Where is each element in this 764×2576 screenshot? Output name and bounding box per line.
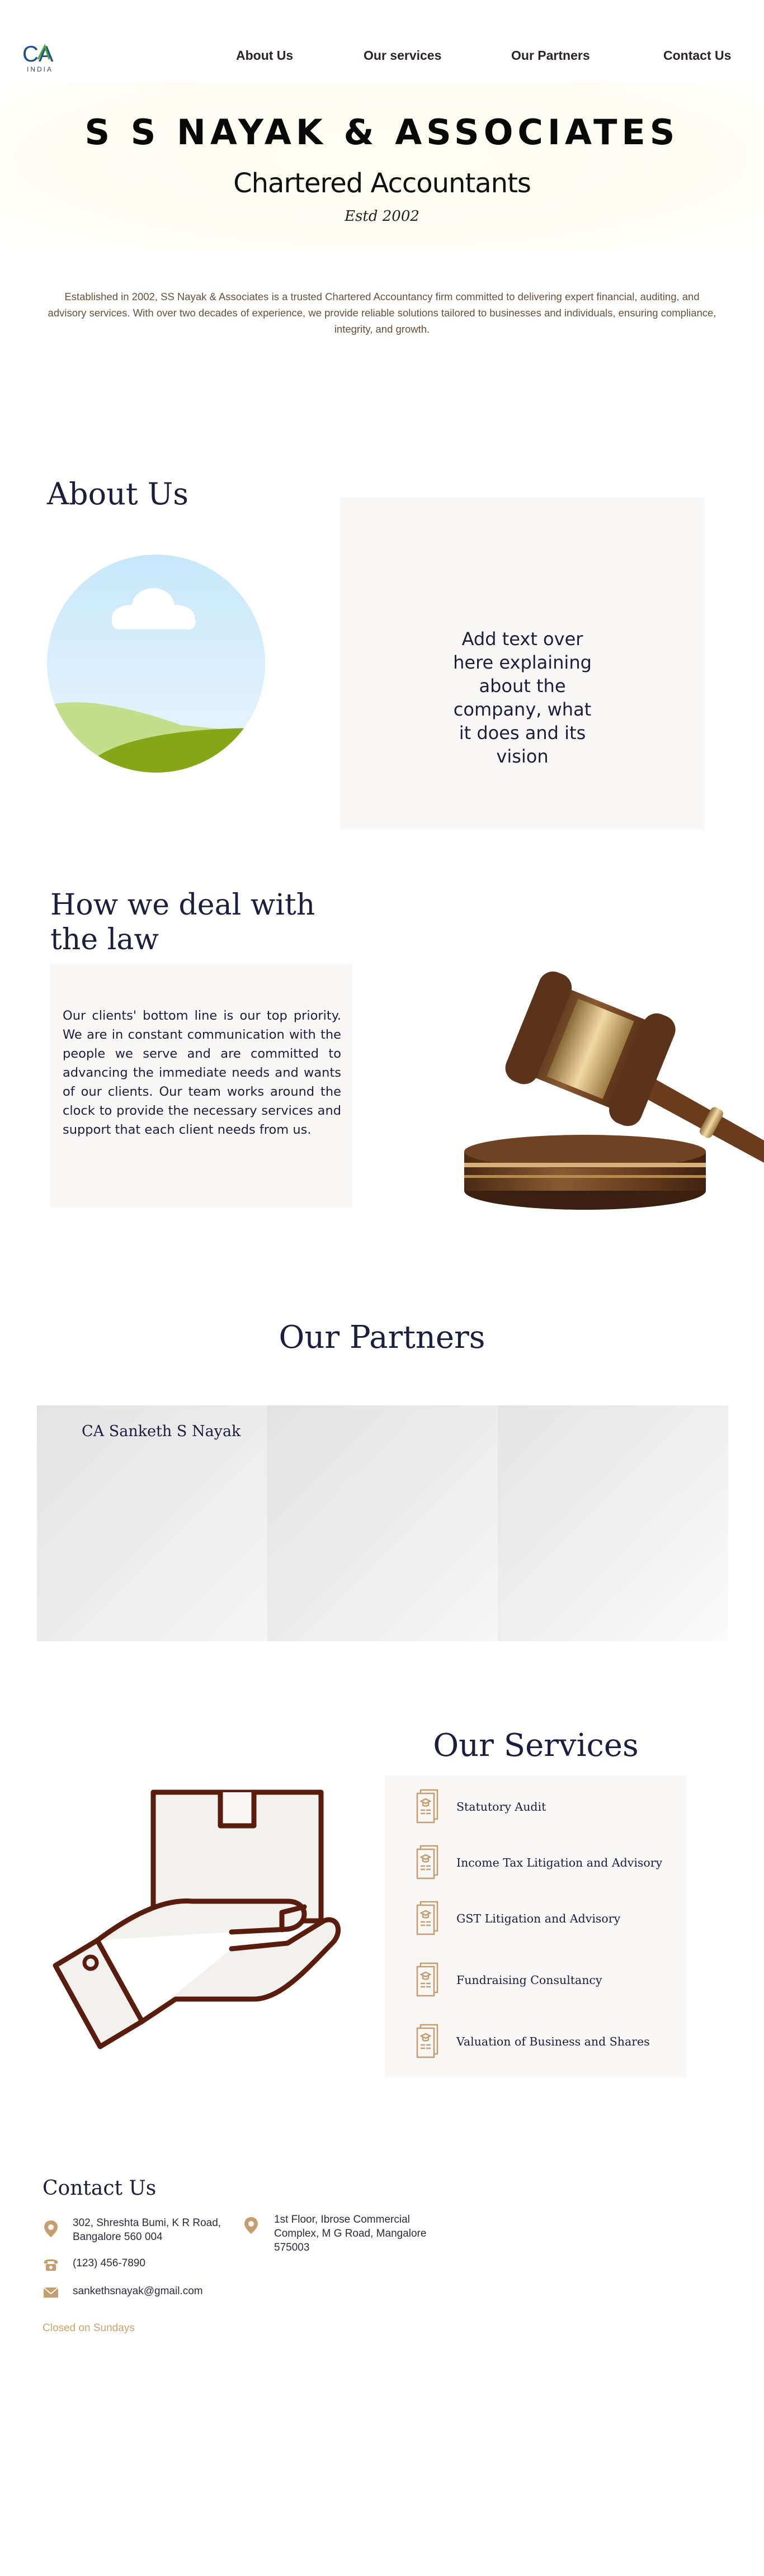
service-item[interactable]: Fundraising Consultancy xyxy=(414,1960,671,2000)
nav-our-services[interactable]: Our services xyxy=(364,48,441,63)
email-icon xyxy=(43,2283,59,2302)
logo-subtext: INDIA xyxy=(27,65,53,73)
ca-india-logo[interactable]: CA INDIA xyxy=(21,39,66,78)
nav-our-partners[interactable]: Our Partners xyxy=(511,48,590,63)
address-2-line-1: 1st Floor, Ibrose Commercial xyxy=(274,2214,410,2225)
phone-number[interactable]: (123) 456-7890 xyxy=(73,2256,145,2270)
service-item[interactable]: Valuation of Business and Shares xyxy=(414,2021,671,2062)
certificate-document-icon xyxy=(414,1900,441,1938)
certificate-document-icon xyxy=(414,1961,441,1999)
service-label: GST Litigation and Advisory xyxy=(456,1912,621,1925)
about-us-heading: About Us xyxy=(47,476,188,512)
phone-icon xyxy=(43,2255,59,2274)
hero-banner xyxy=(0,83,764,250)
partner-name: CA Sanketh S Nayak xyxy=(82,1423,241,1440)
landscape-illustration xyxy=(47,555,265,773)
partner-card-3[interactable] xyxy=(498,1405,728,1641)
address-1-line-1: 302, Shreshta Bumi, K R Road, xyxy=(73,2217,221,2229)
nav-about-us[interactable]: About Us xyxy=(236,48,293,63)
address-1-line-2: Bangalore 560 004 xyxy=(73,2231,163,2243)
certificate-document-icon xyxy=(414,1844,441,1882)
email-address[interactable]: sankethsnayak@gmail.com xyxy=(73,2284,203,2298)
address-2-line-2: Complex, M G Road, Mangalore xyxy=(274,2228,427,2239)
firm-subtitle: Chartered Accountants xyxy=(233,168,531,199)
nav-contact-us[interactable]: Contact Us xyxy=(663,48,731,63)
service-label: Income Tax Litigation and Advisory xyxy=(456,1856,663,1869)
firm-name-title: S S NAYAK & ASSOCIATES xyxy=(84,112,680,153)
address-2: 1st Floor, Ibrose Commercial Complex, M … xyxy=(274,2213,426,2255)
certificate-document-icon xyxy=(414,2023,441,2061)
about-card-text: Add text over here explaining about the … xyxy=(453,628,592,767)
hand-holding-box-illustration xyxy=(47,1787,349,2049)
address-2-line-3: 575003 xyxy=(274,2242,310,2253)
law-paragraph: Our clients' bottom line is our top prio… xyxy=(63,1008,341,1137)
service-label: Valuation of Business and Shares xyxy=(456,2035,650,2048)
intro-paragraph: Established in 2002, SS Nayak & Associat… xyxy=(48,291,716,335)
service-item[interactable]: Income Tax Litigation and Advisory xyxy=(414,1843,671,1883)
services-heading: Our Services xyxy=(433,1727,639,1764)
service-item[interactable]: Statutory Audit xyxy=(414,1787,671,1827)
law-heading: How we deal with the law xyxy=(50,888,315,956)
partner-card-2[interactable] xyxy=(267,1405,498,1641)
contact-heading: Contact Us xyxy=(43,2177,157,2200)
gavel-image xyxy=(447,917,764,1213)
service-label: Statutory Audit xyxy=(456,1800,546,1813)
partner-card-1[interactable] xyxy=(37,1405,267,1641)
hours-note: Closed on Sundays xyxy=(43,2322,135,2334)
location-pin-icon xyxy=(43,2219,59,2238)
service-label: Fundraising Consultancy xyxy=(456,1973,602,1987)
certificate-document-icon xyxy=(414,1788,441,1826)
established-year: Estd 2002 xyxy=(345,208,419,225)
service-item[interactable]: GST Litigation and Advisory xyxy=(414,1898,671,1939)
partners-heading: Our Partners xyxy=(279,1319,485,1356)
address-1: 302, Shreshta Bumi, K R Road, Bangalore … xyxy=(73,2216,221,2244)
location-pin-icon xyxy=(243,2216,260,2235)
logo-text: CA xyxy=(22,42,54,67)
